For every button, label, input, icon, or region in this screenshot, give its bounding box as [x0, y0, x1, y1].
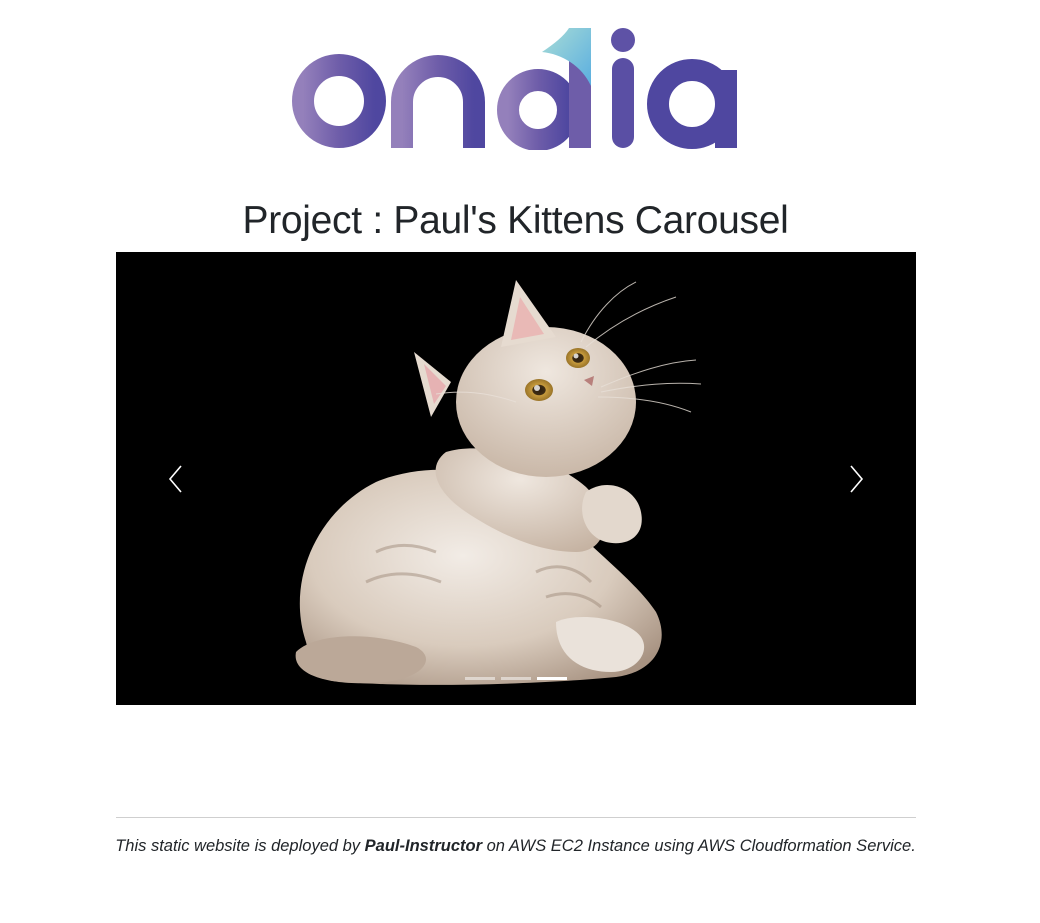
kitten-carousel[interactable]	[116, 252, 916, 705]
carousel-indicator-3[interactable]	[537, 677, 567, 680]
ondia-logo: ondia	[292, 26, 737, 150]
carousel-indicator-2[interactable]	[501, 677, 531, 680]
chevron-right-icon	[850, 464, 864, 493]
page-title: Project : Paul's Kittens Carousel	[242, 199, 789, 242]
footer-text-before: This static website is deployed by	[115, 837, 365, 855]
footer-text-after: on AWS EC2 Instance using AWS Cloudforma…	[482, 837, 916, 855]
footer-divider	[116, 817, 916, 818]
footer-text: This static website is deployed by Paul-…	[0, 834, 1031, 858]
carousel-indicator-1[interactable]	[465, 677, 495, 680]
chevron-left-icon	[168, 464, 182, 493]
carousel-prev-button[interactable]	[116, 252, 236, 705]
logo-text: ondia	[292, 26, 295, 27]
page: ondia Project : Paul's Kittens Carousel	[0, 0, 1040, 923]
carousel-next-button[interactable]	[796, 252, 916, 705]
footer-author: Paul-Instructor	[364, 837, 482, 855]
carousel-indicators	[116, 677, 916, 680]
